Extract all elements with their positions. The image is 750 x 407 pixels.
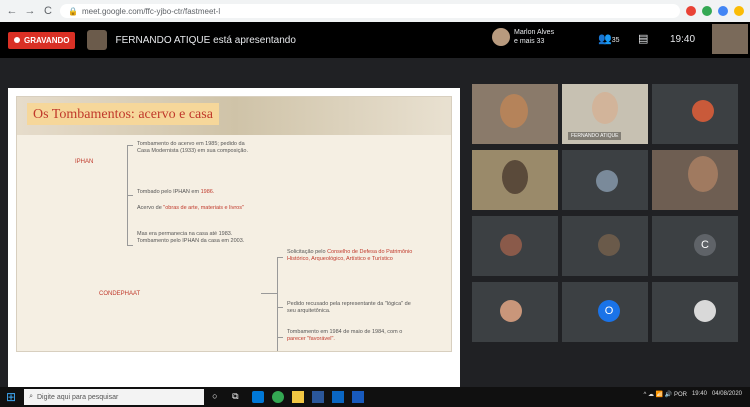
extension-icon[interactable] <box>702 6 712 16</box>
presenting-text: FERNANDO ATIQUE está apresentando <box>115 34 296 46</box>
recording-label: GRAVANDO <box>24 35 70 45</box>
viewer-info[interactable]: Marlon Alves e mais 33 <box>492 28 554 46</box>
url-text: meet.google.com/ffc-yjbo-ctr/fastmeet-l <box>81 6 221 16</box>
profile-icon[interactable] <box>734 6 744 16</box>
meeting-clock: 19:40 <box>670 34 696 45</box>
bracket-line <box>277 257 283 258</box>
bracket-line <box>127 145 133 146</box>
participant-tile[interactable]: C <box>652 216 738 276</box>
extension-icon[interactable] <box>718 6 728 16</box>
people-icon[interactable]: 👥35 <box>598 32 620 45</box>
bracket-line <box>127 195 133 196</box>
participant-tile[interactable] <box>562 150 648 210</box>
participant-tile[interactable] <box>652 84 738 144</box>
avatar <box>500 300 522 322</box>
slide-text-block: Tombamento do acervo em 1985; pedido da … <box>137 141 248 154</box>
presentation-area: Os Tombamentos: acervo e casa IPHAN COND… <box>8 88 460 402</box>
slide-title-box: Os Tombamentos: acervo e casa <box>27 103 219 125</box>
participant-tile[interactable] <box>472 216 558 276</box>
tray-icons: ^ ☁ 📶 🔊 POR <box>643 392 687 398</box>
slide-text-block: Acervo de "obras de arte, materiais e li… <box>137 205 257 212</box>
participant-tile[interactable]: O <box>562 282 648 342</box>
slide-text-block: Pedido recusado pela representante da "l… <box>287 301 411 314</box>
slide-text: Tombado pelo IPHAN em <box>137 189 200 195</box>
system-tray[interactable]: ^ ☁ 📶 🔊 POR 19:40 04/08/2020 <box>644 391 742 398</box>
bracket-line <box>277 337 283 338</box>
participant-tile[interactable] <box>472 84 558 144</box>
browser-toolbar: ← → C 🔒 meet.google.com/ffc-yjbo-ctr/fas… <box>0 0 750 22</box>
reload-button[interactable]: C <box>42 5 54 17</box>
slide-text-block: Tombamento em 1984 de maio de 1984, com … <box>287 329 417 343</box>
avatar <box>500 234 522 256</box>
presenter-avatar <box>87 30 108 50</box>
tray-time: 19:40 <box>691 391 707 397</box>
meet-topbar: GRAVANDO FERNANDO ATIQUE está apresentan… <box>0 22 750 58</box>
avatar <box>694 300 716 322</box>
edge-icon[interactable] <box>252 391 265 403</box>
extension-icon[interactable] <box>686 6 696 16</box>
store-icon[interactable] <box>312 391 325 403</box>
avatar: O <box>598 300 620 322</box>
word-icon[interactable] <box>352 391 365 403</box>
iphan-label: IPHAN <box>75 159 94 165</box>
chrome-icon[interactable] <box>272 391 285 403</box>
cortana-icon[interactable]: ○ <box>212 391 224 403</box>
windows-taskbar: ⊞ ⌕ Digite aqui para pesquisar ○ ⧉ ^ ☁ 📶… <box>0 387 750 407</box>
slide-text: Tombamento em 1984 de maio de 1984, com … <box>287 329 403 335</box>
people-count: 35 <box>611 37 620 44</box>
slide-text-highlight: parecer "favorável". <box>287 336 335 342</box>
avatar: C <box>694 234 716 256</box>
recording-badge: GRAVANDO <box>8 31 76 49</box>
avatar <box>598 234 620 256</box>
address-bar[interactable]: 🔒 meet.google.com/ffc-yjbo-ctr/fastmeet-… <box>60 4 680 18</box>
avatar <box>492 28 510 46</box>
forward-button[interactable]: → <box>24 5 36 17</box>
participant-name: FERNANDO ATIQUE <box>568 132 622 140</box>
self-view-thumbnail[interactable] <box>712 24 748 54</box>
record-dot-icon <box>14 37 20 43</box>
slide-text: Acervo de <box>137 205 162 211</box>
bracket-line <box>127 245 133 246</box>
participant-tile[interactable] <box>562 216 648 276</box>
taskbar-search[interactable]: ⌕ Digite aqui para pesquisar <box>24 389 205 405</box>
viewer-more: e mais 33 <box>514 38 545 45</box>
meeting-stage: Os Tombamentos: acervo e casa IPHAN COND… <box>0 58 750 402</box>
mail-icon[interactable] <box>332 391 345 403</box>
slide-text-block: Tombado pelo IPHAN em 1986. <box>137 189 257 196</box>
participant-tile[interactable] <box>652 282 738 342</box>
tray-date: 04/08/2020 <box>711 391 742 397</box>
avatar <box>692 100 714 122</box>
avatar <box>596 170 618 192</box>
task-view-icon[interactable]: ⧉ <box>232 391 244 403</box>
search-icon: ⌕ <box>29 393 33 400</box>
slide-text-block: Solicitação pelo Conselho de Defesa do P… <box>287 249 417 263</box>
participant-tile[interactable] <box>472 282 558 342</box>
condephaat-label: CONDEPHAAT <box>99 291 141 297</box>
folder-icon[interactable] <box>292 391 305 403</box>
participant-tile[interactable]: FERNANDO ATIQUE <box>562 84 648 144</box>
slide-text-block: Mas era permanecia na casa até 1983. Tom… <box>137 231 245 244</box>
back-button[interactable]: ← <box>6 5 18 17</box>
slide-text-highlight: 1986. <box>200 189 215 195</box>
slide: Os Tombamentos: acervo e casa IPHAN COND… <box>16 96 452 352</box>
windows-start-icon[interactable]: ⊞ <box>6 390 16 404</box>
slide-title: Os Tombamentos: acervo e casa <box>33 107 213 122</box>
bracket-line <box>277 307 283 308</box>
participant-tile[interactable] <box>472 150 558 210</box>
viewer-name: Marlon Alves <box>514 29 555 36</box>
bracket-line <box>261 293 277 294</box>
lock-icon: 🔒 <box>68 6 78 16</box>
slide-text-highlight: "obras de arte, materiais e livros" <box>163 205 244 211</box>
chat-icon[interactable]: ▤ <box>638 32 648 45</box>
participant-tile[interactable] <box>652 150 738 210</box>
search-placeholder: Digite aqui para pesquisar <box>36 393 119 401</box>
slide-text: Solicitação pelo <box>287 249 326 255</box>
